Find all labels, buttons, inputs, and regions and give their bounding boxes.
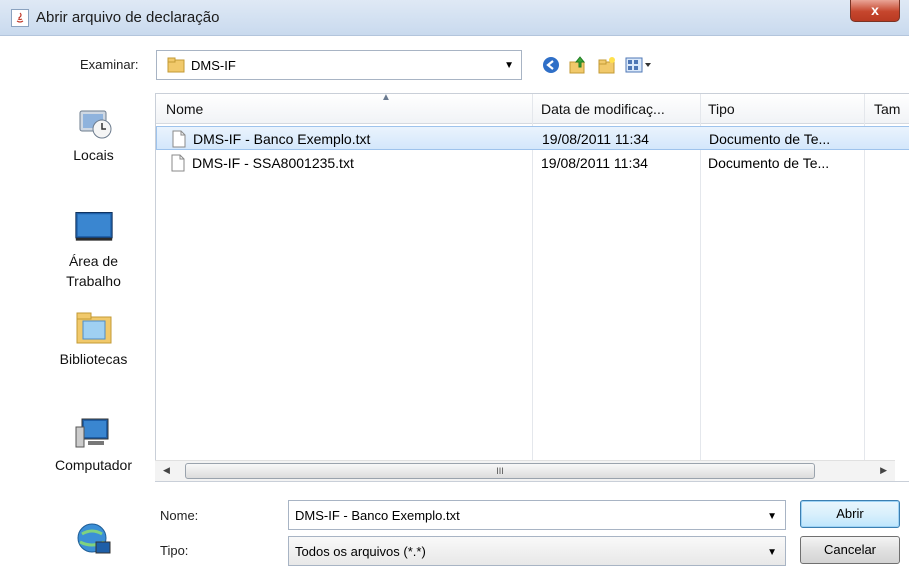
computer-icon [74, 413, 114, 453]
chevron-down-icon: ▼ [767, 547, 777, 558]
filetype-value: Todos os arquivos (*.*) [295, 544, 426, 559]
file-date: 19/08/2011 11:34 [542, 131, 649, 147]
filename-label: Nome: [160, 508, 199, 523]
column-header-size[interactable]: Tam [874, 101, 900, 117]
libraries-icon [74, 307, 114, 347]
scroll-left-icon[interactable]: ◀ [163, 465, 170, 476]
place-label: Computador [54, 457, 133, 473]
new-folder-icon[interactable] [596, 55, 618, 75]
file-type: Documento de Te... [708, 155, 830, 171]
chevron-down-icon: ▼ [767, 511, 777, 522]
desktop-icon [74, 207, 114, 247]
table-row[interactable]: DMS-IF - Banco Exemplo.txt 19/08/2011 11… [156, 126, 909, 150]
file-type: Documento de Te... [709, 131, 831, 147]
column-header-type[interactable]: Tipo [708, 101, 735, 117]
place-label: Bibliotecas [59, 351, 128, 367]
filename-value: DMS-IF - Banco Exemplo.txt [295, 508, 460, 523]
lookin-value: DMS-IF [191, 58, 236, 73]
place-computer[interactable]: Computador [36, 413, 151, 473]
java-app-icon [11, 9, 29, 27]
filetype-select[interactable]: Todos os arquivos (*.*) ▼ [288, 536, 786, 566]
chevron-down-icon: ▼ [504, 60, 514, 71]
filename-input[interactable]: DMS-IF - Banco Exemplo.txt ▼ [288, 500, 786, 530]
place-recent[interactable]: Locais [36, 103, 151, 163]
file-list: ▲ Nome Data de modificaç... Tipo Tam DMS… [155, 93, 909, 482]
scrollbar-thumb[interactable]: III [185, 463, 815, 479]
lookin-label: Examinar: [80, 57, 139, 72]
place-label: Área de Trabalho [66, 253, 121, 289]
lookin-combo[interactable]: DMS-IF ▼ [156, 50, 522, 80]
column-header-name[interactable]: Nome [166, 101, 203, 117]
file-name: DMS-IF - Banco Exemplo.txt [193, 131, 371, 147]
horizontal-scrollbar[interactable]: ◀ III ▶ [155, 460, 895, 481]
window-title: Abrir arquivo de declaração [36, 9, 220, 26]
places-bar: Locais Área de Trabalho Bibliotecas Comp… [36, 95, 151, 565]
title-bar: Abrir arquivo de declaração x [0, 0, 909, 36]
sort-ascending-icon: ▲ [381, 93, 391, 103]
table-row[interactable]: DMS-IF - SSA8001235.txt 19/08/2011 11:34… [156, 151, 909, 175]
filetype-label: Tipo: [160, 543, 189, 558]
place-libraries[interactable]: Bibliotecas [36, 307, 151, 367]
open-button[interactable]: Abrir [800, 500, 900, 528]
close-button[interactable]: x [850, 0, 900, 22]
scroll-right-icon[interactable]: ▶ [880, 465, 887, 476]
column-header-date[interactable]: Data de modificaç... [541, 101, 665, 117]
cancel-button[interactable]: Cancelar [800, 536, 900, 564]
network-icon [74, 520, 114, 560]
file-name: DMS-IF - SSA8001235.txt [192, 155, 354, 171]
folder-icon [167, 56, 185, 77]
view-menu-icon[interactable] [624, 55, 654, 75]
up-folder-icon[interactable] [567, 55, 589, 75]
place-network[interactable] [36, 520, 151, 564]
place-label: Locais [73, 147, 114, 163]
back-icon[interactable] [540, 55, 562, 75]
text-file-icon [171, 154, 185, 172]
recent-places-icon [74, 103, 114, 143]
file-date: 19/08/2011 11:34 [541, 155, 648, 171]
text-file-icon [172, 130, 186, 148]
place-desktop[interactable]: Área de Trabalho [36, 207, 151, 291]
